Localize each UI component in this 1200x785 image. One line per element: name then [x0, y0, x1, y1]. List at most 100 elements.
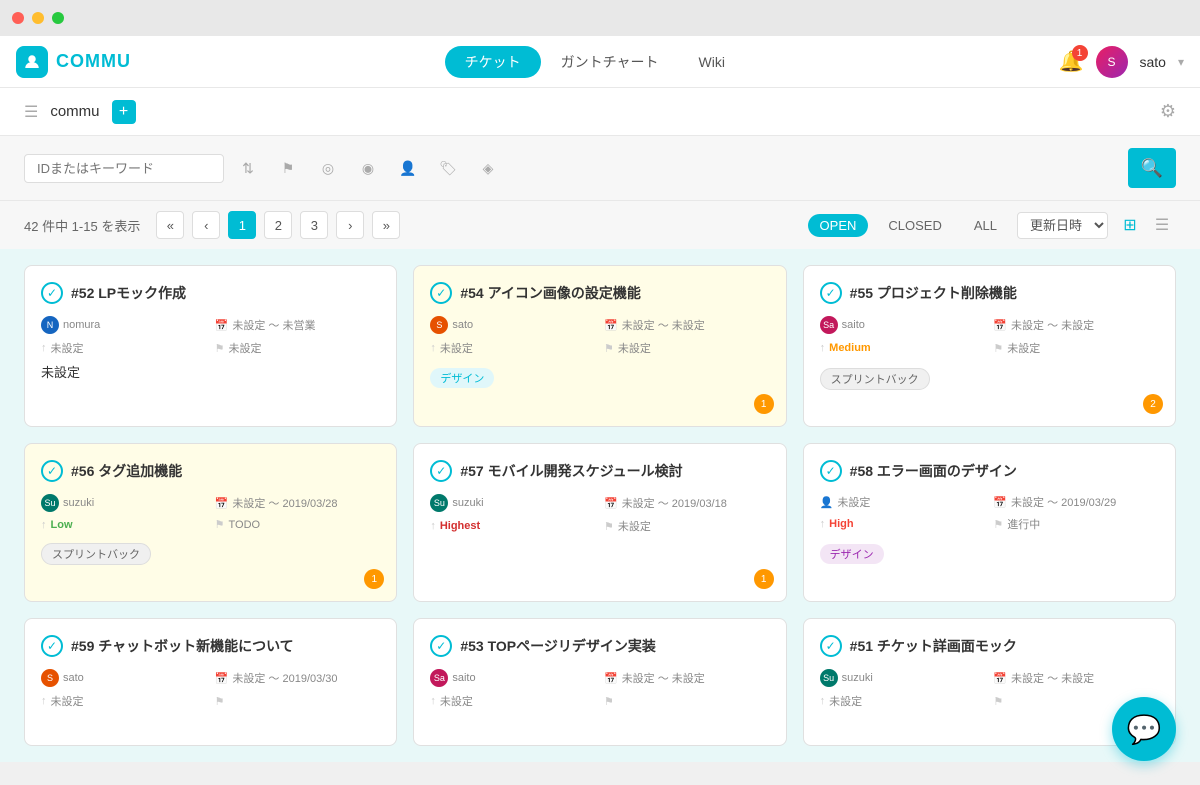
card-check[interactable]: ✓: [430, 635, 452, 657]
search-input[interactable]: [24, 154, 224, 183]
card-header: ✓ #52 LPモック作成: [41, 282, 380, 304]
ticket-card[interactable]: ✓ #55 プロジェクト削除機能 Sa saito 📅 未設定 〜 未設定 ↑M…: [803, 265, 1176, 427]
status-all-btn[interactable]: ALL: [962, 214, 1009, 237]
date-range: 未設定 〜 未設定: [1011, 317, 1094, 333]
calendar-icon: 📅: [993, 672, 1007, 685]
chatbot-button[interactable]: 💬: [1112, 697, 1176, 761]
avatar: Su: [430, 494, 448, 512]
tab-ticket[interactable]: チケット: [445, 46, 541, 78]
card-meta: 👤 未設定 📅 未設定 〜 2019/03/29 ↑High ⚑ 進行中: [820, 494, 1159, 532]
titlebar: [0, 0, 1200, 36]
ticket-card[interactable]: ✓ #59 チャットボット新機能について S sato 📅 未設定 〜 2019…: [24, 618, 397, 746]
status-value: TODO: [229, 519, 261, 531]
card-check[interactable]: ✓: [430, 460, 452, 482]
comment-count: 1: [364, 569, 384, 589]
card-check[interactable]: ✓: [41, 282, 63, 304]
main-content: ✓ #52 LPモック作成 N nomura 📅 未設定 〜 未営業 ↑未設定 …: [0, 249, 1200, 762]
page-2[interactable]: 2: [264, 211, 292, 239]
tag-filter-icon[interactable]: 🏷: [432, 152, 464, 184]
minimize-btn[interactable]: [32, 12, 44, 24]
priority-row: ↑Low: [41, 518, 207, 531]
page-next[interactable]: ›: [336, 211, 364, 239]
list-view-btn[interactable]: ☰: [1148, 211, 1176, 239]
status-row: ⚑ 未設定: [215, 340, 381, 356]
ticket-card[interactable]: ✓ #52 LPモック作成 N nomura 📅 未設定 〜 未営業 ↑未設定 …: [24, 265, 397, 427]
grid-view-btn[interactable]: ⊞: [1116, 211, 1144, 239]
tab-gantt[interactable]: ガントチャート: [541, 46, 679, 78]
card-meta: Sa saito 📅 未設定 〜 未設定 ↑未設定 ⚑: [430, 669, 769, 709]
card-check[interactable]: ✓: [820, 635, 842, 657]
priority-value: Low: [51, 519, 73, 531]
ticket-card[interactable]: ✓ #56 タグ追加機能 Su suzuki 📅 未設定 〜 2019/03/2…: [24, 443, 397, 602]
ticket-card[interactable]: ✓ #57 モバイル開発スケジュール検討 Su suzuki 📅 未設定 〜 2…: [413, 443, 786, 602]
calendar-icon: 📅: [604, 319, 618, 332]
comment-icon: 1: [754, 394, 774, 414]
date-row: 📅 未設定 〜 未設定: [604, 316, 770, 334]
status-closed-btn[interactable]: CLOSED: [876, 214, 953, 237]
avatar: S: [430, 316, 448, 334]
comment-icon: 1: [364, 569, 384, 589]
card-header: ✓ #56 タグ追加機能: [41, 460, 380, 482]
status-value: 未設定: [618, 340, 651, 356]
milestone-icon[interactable]: ◎: [312, 152, 344, 184]
date-row: 📅 未設定 〜 未設定: [993, 669, 1159, 687]
page-prev[interactable]: ‹: [192, 211, 220, 239]
date-row: 📅 未設定 〜 2019/03/18: [604, 494, 770, 512]
card-tag[interactable]: デザイン: [430, 368, 494, 388]
assignee-row: S sato: [41, 669, 207, 687]
date-range: 未設定 〜 未設定: [1011, 670, 1094, 686]
notification-bell[interactable]: 🔔 1: [1059, 49, 1084, 74]
chevron-down-icon[interactable]: ▾: [1178, 55, 1184, 69]
user-icon: 👤: [820, 496, 834, 509]
logo-icon: [16, 46, 48, 78]
status-icon: ⚑: [215, 342, 225, 355]
date-range: 未設定 〜 未営業: [232, 317, 315, 333]
ticket-card[interactable]: ✓ #54 アイコン画像の設定機能 S sato 📅 未設定 〜 未設定 ↑未設…: [413, 265, 786, 427]
hamburger-icon[interactable]: ☰: [24, 102, 38, 122]
card-tag[interactable]: スプリントバック: [41, 543, 151, 565]
page-3[interactable]: 3: [300, 211, 328, 239]
sort-select[interactable]: 更新日時: [1017, 212, 1108, 239]
card-meta: Su suzuki 📅 未設定 〜 未設定 ↑未設定 ⚑: [820, 669, 1159, 709]
ticket-card[interactable]: ✓ #58 エラー画面のデザイン 👤 未設定 📅 未設定 〜 2019/03/2…: [803, 443, 1176, 602]
avatar: S: [1096, 46, 1128, 78]
page-last[interactable]: »: [372, 211, 400, 239]
calendar-icon: 📅: [215, 319, 229, 332]
date-row: 📅 未設定 〜 2019/03/29: [993, 494, 1159, 510]
card-tag[interactable]: デザイン: [820, 544, 884, 564]
calendar-icon: 📅: [215, 672, 229, 685]
search-button[interactable]: 🔍: [1128, 148, 1176, 188]
card-check[interactable]: ✓: [820, 460, 842, 482]
user-filter-icon[interactable]: 👤: [392, 152, 424, 184]
ticket-card[interactable]: ✓ #53 TOPページリデザイン実装 Sa saito 📅 未設定 〜 未設定…: [413, 618, 786, 746]
card-tag[interactable]: スプリントバック: [820, 368, 930, 390]
status-open-btn[interactable]: OPEN: [808, 214, 869, 237]
card-check[interactable]: ✓: [820, 282, 842, 304]
page-first[interactable]: «: [156, 211, 184, 239]
status-icon: ⚑: [604, 342, 614, 355]
close-btn[interactable]: [12, 12, 24, 24]
priority-icon: ↑: [41, 695, 47, 707]
status-value: 未設定: [618, 518, 651, 534]
status-row: ⚑ TODO: [215, 518, 381, 531]
date-row: 📅 未設定 〜 未設定: [993, 316, 1159, 334]
version-icon[interactable]: ◉: [352, 152, 384, 184]
sort-icon[interactable]: ⇅: [232, 152, 264, 184]
card-tag[interactable]: 未設定: [41, 365, 80, 380]
filter-flag-icon[interactable]: ⚑: [272, 152, 304, 184]
card-check[interactable]: ✓: [41, 460, 63, 482]
priority-row: ↑未設定: [430, 693, 596, 709]
gear-icon[interactable]: ⚙: [1160, 101, 1176, 121]
priority-value: Highest: [440, 520, 480, 532]
status-filter-icon[interactable]: ◈: [472, 152, 504, 184]
priority-icon: ↑: [820, 342, 826, 354]
maximize-btn[interactable]: [52, 12, 64, 24]
assignee-row: Su suzuki: [41, 494, 207, 512]
card-title: #53 TOPページリデザイン実装: [460, 636, 656, 656]
tab-wiki[interactable]: Wiki: [679, 48, 745, 76]
card-check[interactable]: ✓: [41, 635, 63, 657]
comment-count: 1: [754, 569, 774, 589]
card-check[interactable]: ✓: [430, 282, 452, 304]
add-button[interactable]: +: [112, 100, 136, 124]
page-1[interactable]: 1: [228, 211, 256, 239]
